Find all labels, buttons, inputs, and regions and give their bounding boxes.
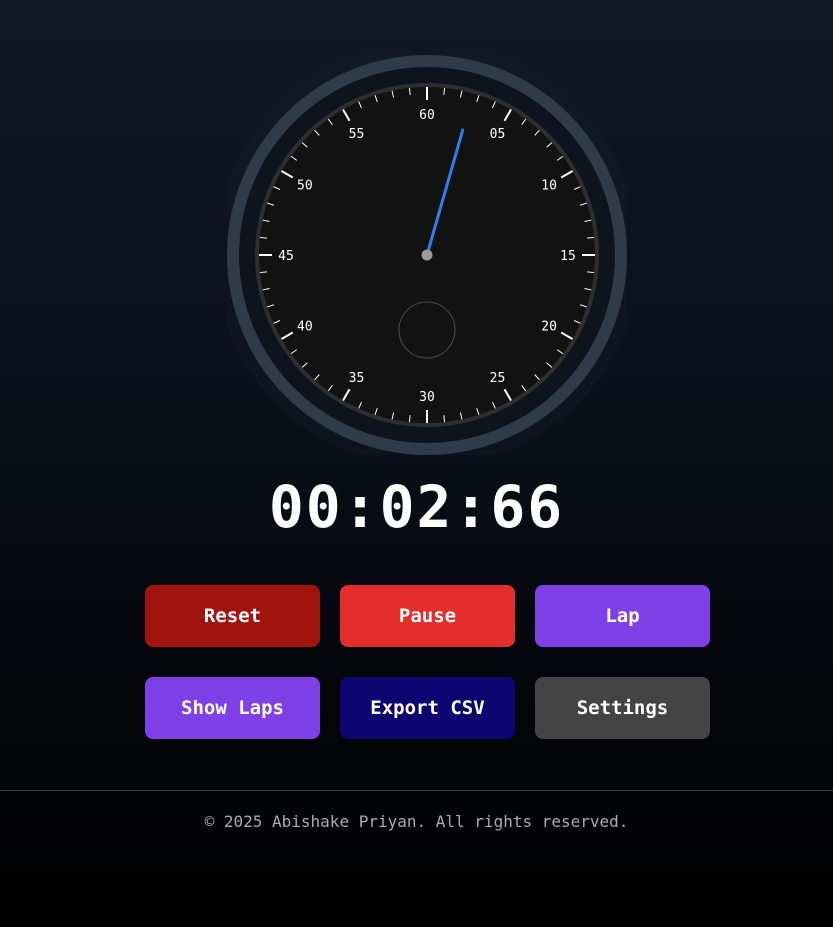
control-buttons: Reset Pause Lap Show Laps Export CSV Set…	[145, 585, 710, 739]
time-display: 00:02:66	[268, 473, 565, 541]
export-csv-button[interactable]: Export CSV	[340, 677, 515, 739]
dial-number: 45	[278, 249, 294, 264]
dial-number: 10	[541, 179, 557, 194]
reset-button[interactable]: Reset	[145, 585, 320, 647]
stopwatch-dial: 60 05 10 15 20 25 30 35 40 45 50 55	[227, 55, 627, 455]
settings-button[interactable]: Settings	[535, 677, 710, 739]
dial-number: 20	[541, 320, 557, 335]
dial-number: 25	[490, 371, 506, 386]
dial-number: 60	[419, 108, 435, 123]
footer-copyright: © 2025 Abishake Priyan. All rights reser…	[204, 812, 629, 831]
dial-number: 30	[419, 390, 435, 405]
show-laps-button[interactable]: Show Laps	[145, 677, 320, 739]
footer-divider	[0, 790, 833, 791]
lap-button[interactable]: Lap	[535, 585, 710, 647]
pause-button[interactable]: Pause	[340, 585, 515, 647]
dial-number: 50	[297, 179, 313, 194]
dial-number: 40	[297, 320, 313, 335]
dial-number: 35	[349, 371, 365, 386]
dial-number: 55	[349, 127, 365, 142]
stopwatch-dial-svg: 60 05 10 15 20 25 30 35 40 45 50 55	[227, 55, 627, 455]
hand-hub	[421, 249, 433, 261]
dial-number: 05	[490, 127, 506, 142]
dial-number: 15	[560, 249, 576, 264]
